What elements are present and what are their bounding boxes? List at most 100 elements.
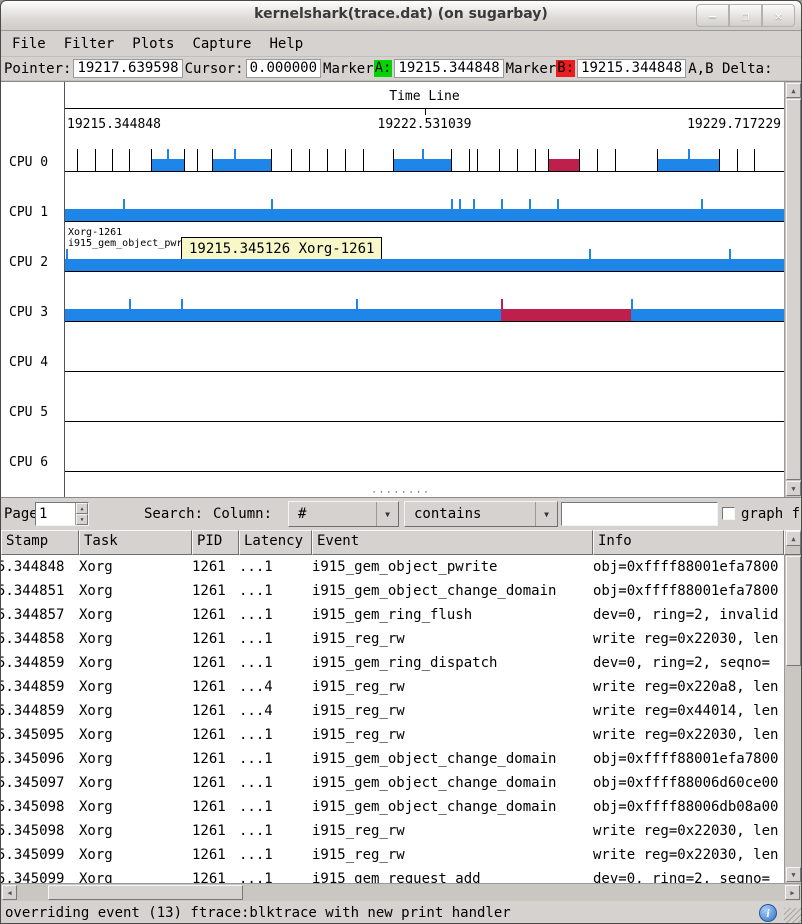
minimize-button[interactable]: –: [696, 4, 729, 27]
table-row[interactable]: 5.344848Xorg1261...1i915_gem_object_pwri…: [1, 555, 801, 579]
event-tick-black[interactable]: [737, 149, 738, 171]
event-tick-black[interactable]: [615, 149, 616, 171]
scroll-up-icon[interactable]: ▲: [786, 531, 801, 546]
match-select[interactable]: contains ▼: [404, 501, 558, 527]
menu-item-plots[interactable]: Plots: [123, 34, 183, 54]
event-tick-blue[interactable]: [422, 149, 424, 171]
title-bar[interactable]: kernelshark(trace.dat) (on sugarbay) – ❐…: [1, 1, 801, 31]
timeline-bar-crimson[interactable]: [501, 309, 631, 321]
event-tick-black[interactable]: [499, 149, 500, 171]
table-hscroll-thumb[interactable]: [48, 885, 243, 900]
timeline-bar-blue[interactable]: [65, 259, 784, 271]
event-tick-blue[interactable]: [631, 299, 633, 321]
column-header-stamp[interactable]: Stamp: [1, 530, 79, 555]
timeline-bar-blue[interactable]: [212, 159, 271, 171]
menu-item-filter[interactable]: Filter: [55, 34, 124, 54]
event-tick-black[interactable]: [212, 149, 213, 171]
event-tick-black[interactable]: [548, 149, 549, 171]
search-input[interactable]: [561, 502, 718, 526]
event-tick-black[interactable]: [77, 149, 78, 171]
event-tick-blue[interactable]: [181, 299, 183, 321]
scroll-down-icon[interactable]: ▼: [786, 867, 801, 882]
event-tick-blue[interactable]: [129, 299, 131, 321]
table-row[interactable]: 5.345096Xorg1261...1i915_gem_object_chan…: [1, 747, 801, 771]
event-tick-black[interactable]: [309, 149, 310, 171]
table-scroll-thumb[interactable]: [786, 556, 801, 666]
table-row[interactable]: 5.345099Xorg1261...1i915_reg_rwwrite reg…: [1, 843, 801, 867]
page-spinbox[interactable]: 1 ▲ ▼: [35, 502, 89, 526]
column-select[interactable]: # ▼: [288, 501, 399, 527]
graph-vscrollbar[interactable]: ▲ ▼: [784, 82, 801, 497]
event-tick-black[interactable]: [451, 149, 452, 171]
event-tick-black[interactable]: [291, 149, 292, 171]
event-tick-blue[interactable]: [589, 249, 591, 271]
event-tick-blue[interactable]: [451, 199, 453, 221]
event-tick-blue[interactable]: [234, 149, 236, 171]
timeline-bar-crimson[interactable]: [548, 159, 579, 171]
timeline-bar-blue[interactable]: [65, 209, 784, 221]
spin-up-icon[interactable]: ▲: [76, 503, 88, 514]
menu-item-help[interactable]: Help: [260, 34, 312, 54]
event-tick-black[interactable]: [151, 149, 152, 171]
table-row[interactable]: 5.344858Xorg1261...1i915_reg_rwwrite reg…: [1, 627, 801, 651]
table-row[interactable]: 5.345099Xorg1261...1i915_gem_request_add…: [1, 867, 801, 883]
event-tick-black[interactable]: [95, 149, 96, 171]
event-tick-black[interactable]: [184, 149, 185, 171]
event-tick-black[interactable]: [271, 149, 272, 171]
event-tick-blue[interactable]: [123, 199, 125, 221]
event-tick-blue[interactable]: [501, 199, 503, 221]
menu-item-file[interactable]: File: [3, 34, 55, 54]
event-tick-blue[interactable]: [473, 199, 475, 221]
column-header-pid[interactable]: PID: [192, 530, 239, 555]
event-tick-blue[interactable]: [688, 149, 690, 171]
table-vscrollbar[interactable]: ▼: [784, 555, 801, 883]
event-tick-blue[interactable]: [356, 299, 358, 321]
scroll-up-icon[interactable]: ▲: [786, 83, 801, 98]
column-header-info[interactable]: Info: [593, 530, 784, 555]
event-tick-black[interactable]: [579, 149, 580, 171]
event-tick-black[interactable]: [197, 149, 198, 171]
timeline-bar-blue[interactable]: [65, 309, 784, 321]
table-row[interactable]: 5.345098Xorg1261...1i915_gem_object_chan…: [1, 795, 801, 819]
event-tick-blue[interactable]: [729, 249, 731, 271]
event-tick-black[interactable]: [754, 149, 755, 171]
table-row[interactable]: 5.344857Xorg1261...1i915_gem_ring_flushd…: [1, 603, 801, 627]
event-tick-blue[interactable]: [459, 199, 461, 221]
event-tick-black[interactable]: [517, 149, 518, 171]
close-button[interactable]: ✕: [762, 4, 795, 27]
column-header-latency[interactable]: Latency: [239, 530, 312, 555]
event-tick-blue[interactable]: [167, 149, 169, 171]
event-tick-blue[interactable]: [701, 199, 703, 221]
event-tick-black[interactable]: [112, 149, 113, 171]
event-tick-black[interactable]: [719, 149, 720, 171]
event-tick-blue[interactable]: [529, 199, 531, 221]
marker-a-badge[interactable]: A:: [374, 60, 393, 77]
event-tick-black[interactable]: [345, 149, 346, 171]
table-row[interactable]: 5.345098Xorg1261...1i915_reg_rwwrite reg…: [1, 819, 801, 843]
event-tick-black[interactable]: [477, 149, 478, 171]
timeline-graph[interactable]: Time Line 19215.344848 19222.531039 1922…: [1, 81, 801, 498]
table-row[interactable]: 5.344859Xorg1261...4i915_reg_rwwrite reg…: [1, 675, 801, 699]
graph-scroll-thumb[interactable]: [786, 99, 801, 480]
menu-item-capture[interactable]: Capture: [183, 34, 260, 54]
table-hscrollbar[interactable]: ◀ ▶: [1, 883, 801, 901]
event-tick-blue[interactable]: [557, 199, 559, 221]
event-tick-black[interactable]: [363, 149, 364, 171]
event-tick-black[interactable]: [327, 149, 328, 171]
event-tick-blue[interactable]: [271, 199, 273, 221]
resize-grip-icon[interactable]: [784, 908, 801, 924]
column-header-task[interactable]: Task: [79, 530, 192, 555]
info-icon[interactable]: i: [759, 904, 777, 922]
pane-resize-handle[interactable]: ········: [1, 489, 801, 497]
table-row[interactable]: 5.345097Xorg1261...1i915_gem_object_chan…: [1, 771, 801, 795]
table-row[interactable]: 5.344859Xorg1261...1i915_gem_ring_dispat…: [1, 651, 801, 675]
marker-b-badge[interactable]: B:: [556, 60, 575, 77]
graph-follows-checkbox[interactable]: [722, 507, 735, 520]
event-tick-black[interactable]: [657, 149, 658, 171]
maximize-button[interactable]: ❐: [729, 4, 762, 27]
event-tick-black[interactable]: [469, 149, 470, 171]
event-tick-crimson[interactable]: [501, 299, 503, 321]
spin-down-icon[interactable]: ▼: [76, 514, 88, 525]
event-tick-black[interactable]: [597, 149, 598, 171]
scroll-left-icon[interactable]: ◀: [2, 885, 17, 900]
